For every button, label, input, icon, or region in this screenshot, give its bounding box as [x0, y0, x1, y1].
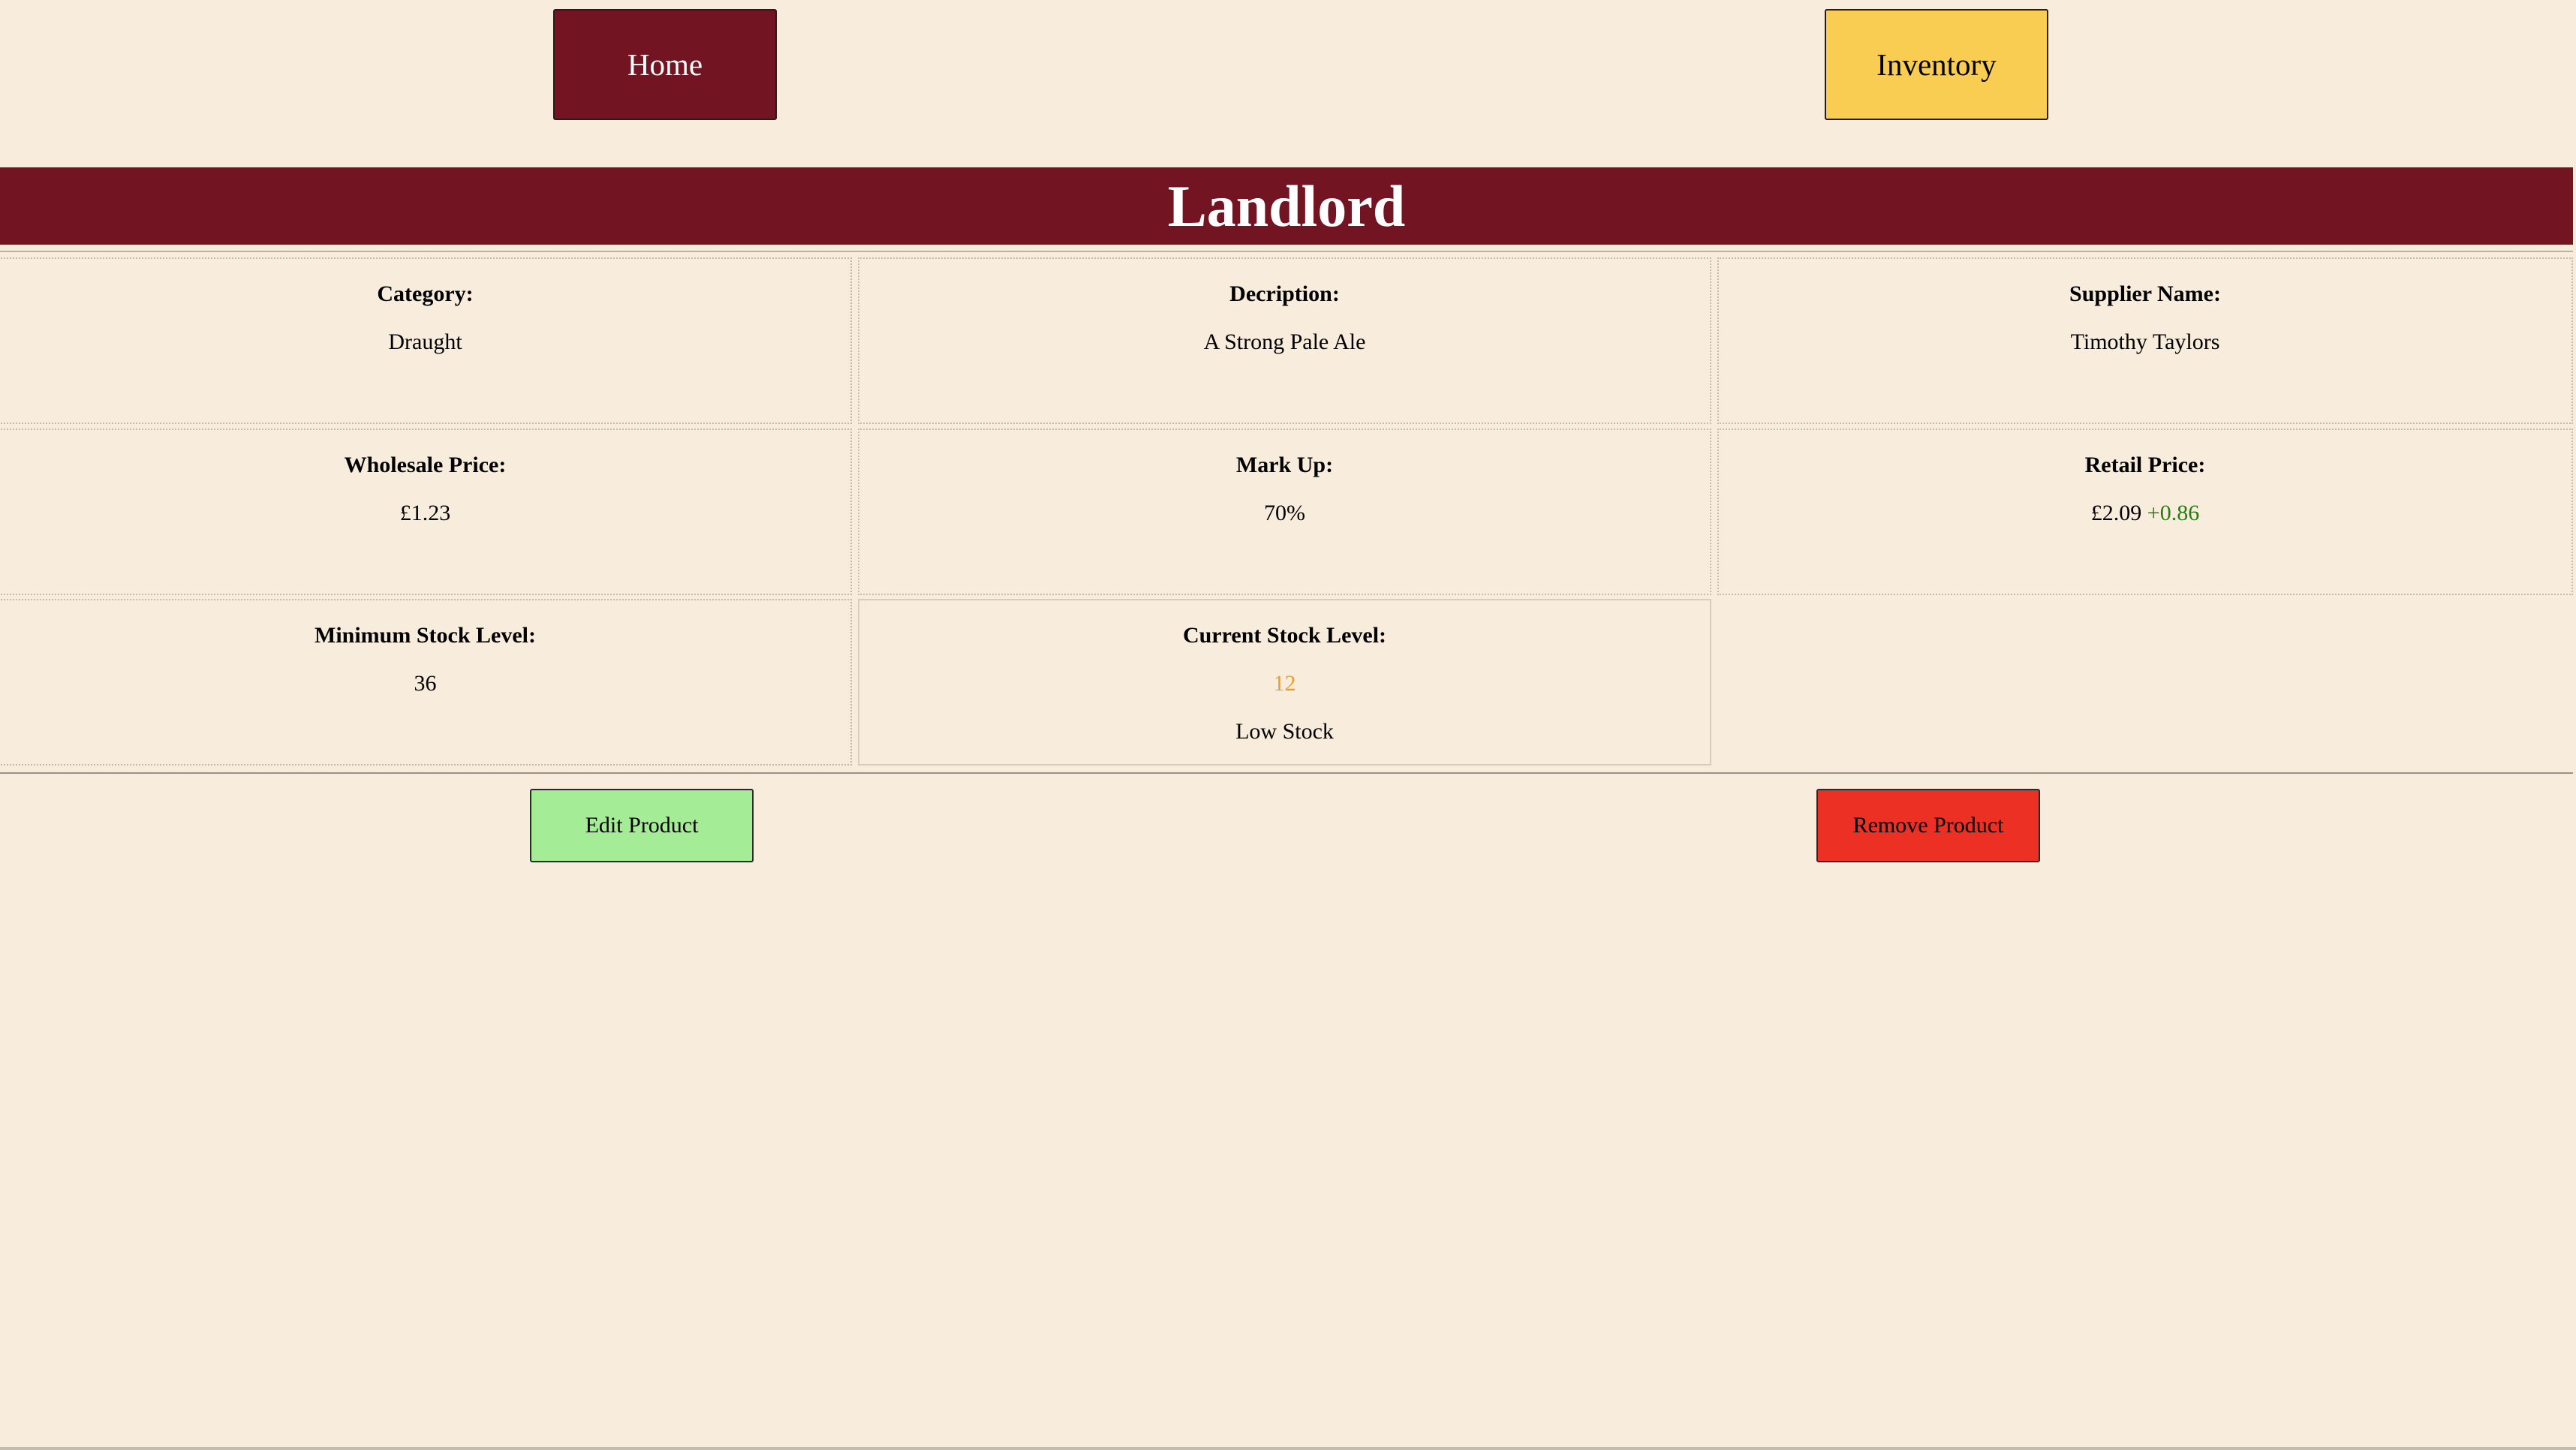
title-divider: [0, 251, 2573, 252]
remove-product-button[interactable]: Remove Product: [1816, 789, 2040, 862]
description-label: Decription:: [1229, 281, 1340, 306]
minimum-stock-cell: Minimum Stock Level: 36: [0, 599, 852, 766]
actions-divider: [0, 772, 2573, 774]
stock-status: Low Stock: [1235, 719, 1334, 744]
wholesale-price-value: £1.23: [399, 501, 451, 525]
markup-label: Mark Up:: [1235, 453, 1334, 477]
supplier-value: Timothy Taylors: [2070, 329, 2220, 354]
retail-price-cell: Retail Price: £2.09 +0.86: [1717, 429, 2573, 595]
wholesale-price-cell: Wholesale Price: £1.23: [0, 429, 852, 595]
inventory-nav-button[interactable]: Inventory: [1825, 9, 2048, 120]
product-title: Landlord: [1167, 173, 1406, 239]
category-value: Draught: [388, 329, 462, 354]
markup-value: 70%: [1264, 501, 1305, 525]
edit-product-button[interactable]: Edit Product: [530, 789, 754, 862]
retail-price-value-line: £2.09 +0.86: [1719, 501, 2571, 526]
category-label: Category:: [377, 281, 474, 306]
home-nav-button[interactable]: Home: [553, 9, 777, 120]
current-stock-value: 12: [1273, 671, 1296, 696]
current-stock-label: Current Stock Level:: [1182, 623, 1387, 648]
minimum-stock-value: 36: [414, 671, 437, 696]
current-stock-cell: Current Stock Level: 12 Low Stock: [858, 599, 1711, 766]
supplier-label: Supplier Name:: [2069, 281, 2221, 306]
markup-cell: Mark Up: 70%: [858, 429, 1711, 595]
retail-price-value: £2.09: [2090, 501, 2142, 525]
wholesale-price-label: Wholesale Price:: [344, 453, 507, 477]
retail-price-change: +0.86: [2147, 501, 2200, 525]
window-bottom-edge: [0, 1447, 2576, 1450]
supplier-cell: Supplier Name: Timothy Taylors: [1717, 257, 2573, 424]
minimum-stock-label: Minimum Stock Level:: [314, 623, 536, 648]
category-cell: Category: Draught: [0, 257, 852, 424]
description-cell: Decription: A Strong Pale Ale: [858, 257, 1711, 424]
product-title-banner: Landlord: [0, 167, 2573, 245]
description-value: A Strong Pale Ale: [1203, 329, 1366, 354]
retail-price-label: Retail Price:: [2084, 453, 2206, 477]
